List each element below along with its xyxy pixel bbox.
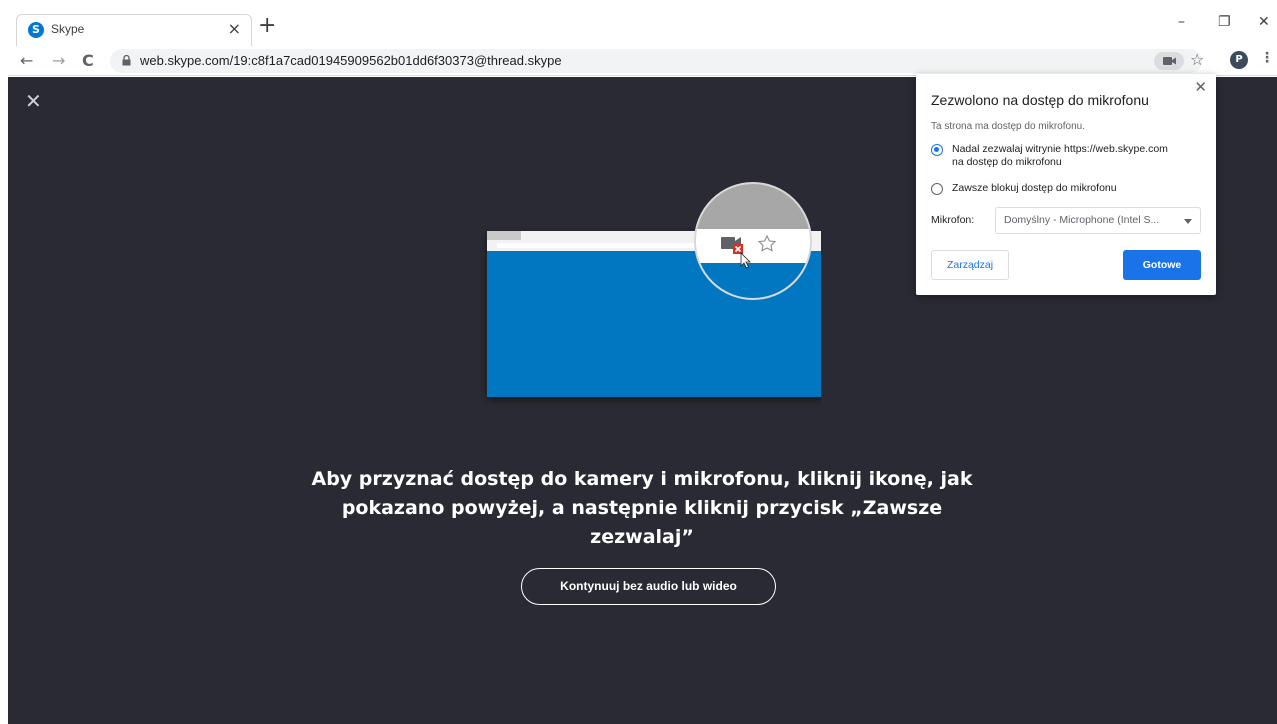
microphone-select-value: Domyślny - Microphone (Intel S... bbox=[1004, 214, 1160, 226]
radio-allow[interactable] bbox=[931, 144, 943, 156]
profile-avatar[interactable]: P bbox=[1230, 51, 1248, 69]
permission-illustration bbox=[487, 182, 821, 397]
browser-toolbar: ← → C web.skype.com/19:c8f1a7cad01945909… bbox=[8, 46, 1277, 76]
restore-button[interactable]: ❐ bbox=[1218, 14, 1231, 30]
manage-button[interactable]: Zarządzaj bbox=[931, 250, 1009, 280]
done-button[interactable]: Gotowe bbox=[1123, 250, 1201, 280]
instruction-line-1: Aby przyznać dostęp do kamery i mikrofon… bbox=[311, 468, 973, 490]
tab-skype[interactable]: S Skype × bbox=[16, 14, 252, 46]
camera-icon bbox=[1163, 57, 1176, 65]
chevron-down-icon bbox=[1184, 219, 1192, 224]
popup-subtitle: Ta strona ma dostęp do mikrofonu. bbox=[931, 121, 1085, 132]
tab-strip: S Skype × + – ❐ ✕ bbox=[8, 0, 1277, 46]
bookmark-star-icon[interactable]: ☆ bbox=[1190, 50, 1204, 69]
window-close-button[interactable]: ✕ bbox=[1258, 14, 1270, 30]
popup-close-icon[interactable]: ✕ bbox=[1194, 78, 1207, 96]
radio-block[interactable] bbox=[931, 183, 943, 195]
tab-close-icon[interactable]: × bbox=[228, 19, 241, 38]
microphone-permission-popup: ✕ Zezwolono na dostęp do mikrofonu Ta st… bbox=[916, 74, 1216, 295]
browser-menu-icon[interactable]: ⋮ bbox=[1260, 50, 1274, 66]
instruction-line-2: pokazano powyżej, a następnie kliknij pr… bbox=[341, 497, 943, 519]
url-text: web.skype.com/19:c8f1a7cad01945909562b01… bbox=[140, 53, 562, 68]
reload-icon[interactable]: C bbox=[82, 51, 94, 70]
camera-permission-indicator[interactable] bbox=[1154, 52, 1184, 70]
skype-favicon-icon: S bbox=[28, 22, 44, 38]
minimize-button[interactable]: – bbox=[1178, 14, 1185, 30]
forward-arrow-icon[interactable]: → bbox=[52, 51, 65, 70]
tab-title: Skype bbox=[51, 22, 85, 36]
popup-title: Zezwolono na dostęp do mikrofonu bbox=[931, 92, 1149, 108]
microphone-label: Mikrofon: bbox=[931, 214, 975, 226]
allow-label-line-2: na dostęp do mikrofonu bbox=[952, 156, 1062, 168]
radio-allow-label[interactable]: Nadal zezwalaj witrynie https://web.skyp… bbox=[952, 143, 1168, 169]
new-tab-button[interactable]: + bbox=[258, 13, 276, 38]
back-arrow-icon[interactable]: ← bbox=[20, 51, 33, 70]
allow-label-line-1: Nadal zezwalaj witrynie https://web.skyp… bbox=[952, 143, 1168, 155]
instruction-heading: Aby przyznać dostęp do kamery i mikrofon… bbox=[308, 465, 976, 552]
microphone-select[interactable]: Domyślny - Microphone (Intel S... bbox=[995, 207, 1201, 234]
instruction-line-3: zezwalaj” bbox=[590, 526, 694, 548]
close-icon[interactable]: ✕ bbox=[25, 89, 42, 113]
address-bar[interactable]: web.skype.com/19:c8f1a7cad01945909562b01… bbox=[110, 49, 1204, 73]
lock-icon bbox=[122, 55, 131, 66]
continue-without-av-button[interactable]: Kontynuuj bez audio lub wideo bbox=[521, 568, 776, 605]
radio-block-label[interactable]: Zawsze blokuj dostęp do mikrofonu bbox=[952, 182, 1117, 195]
browser-window: S Skype × + – ❐ ✕ ← → C web.skype.com/19… bbox=[8, 0, 1277, 724]
